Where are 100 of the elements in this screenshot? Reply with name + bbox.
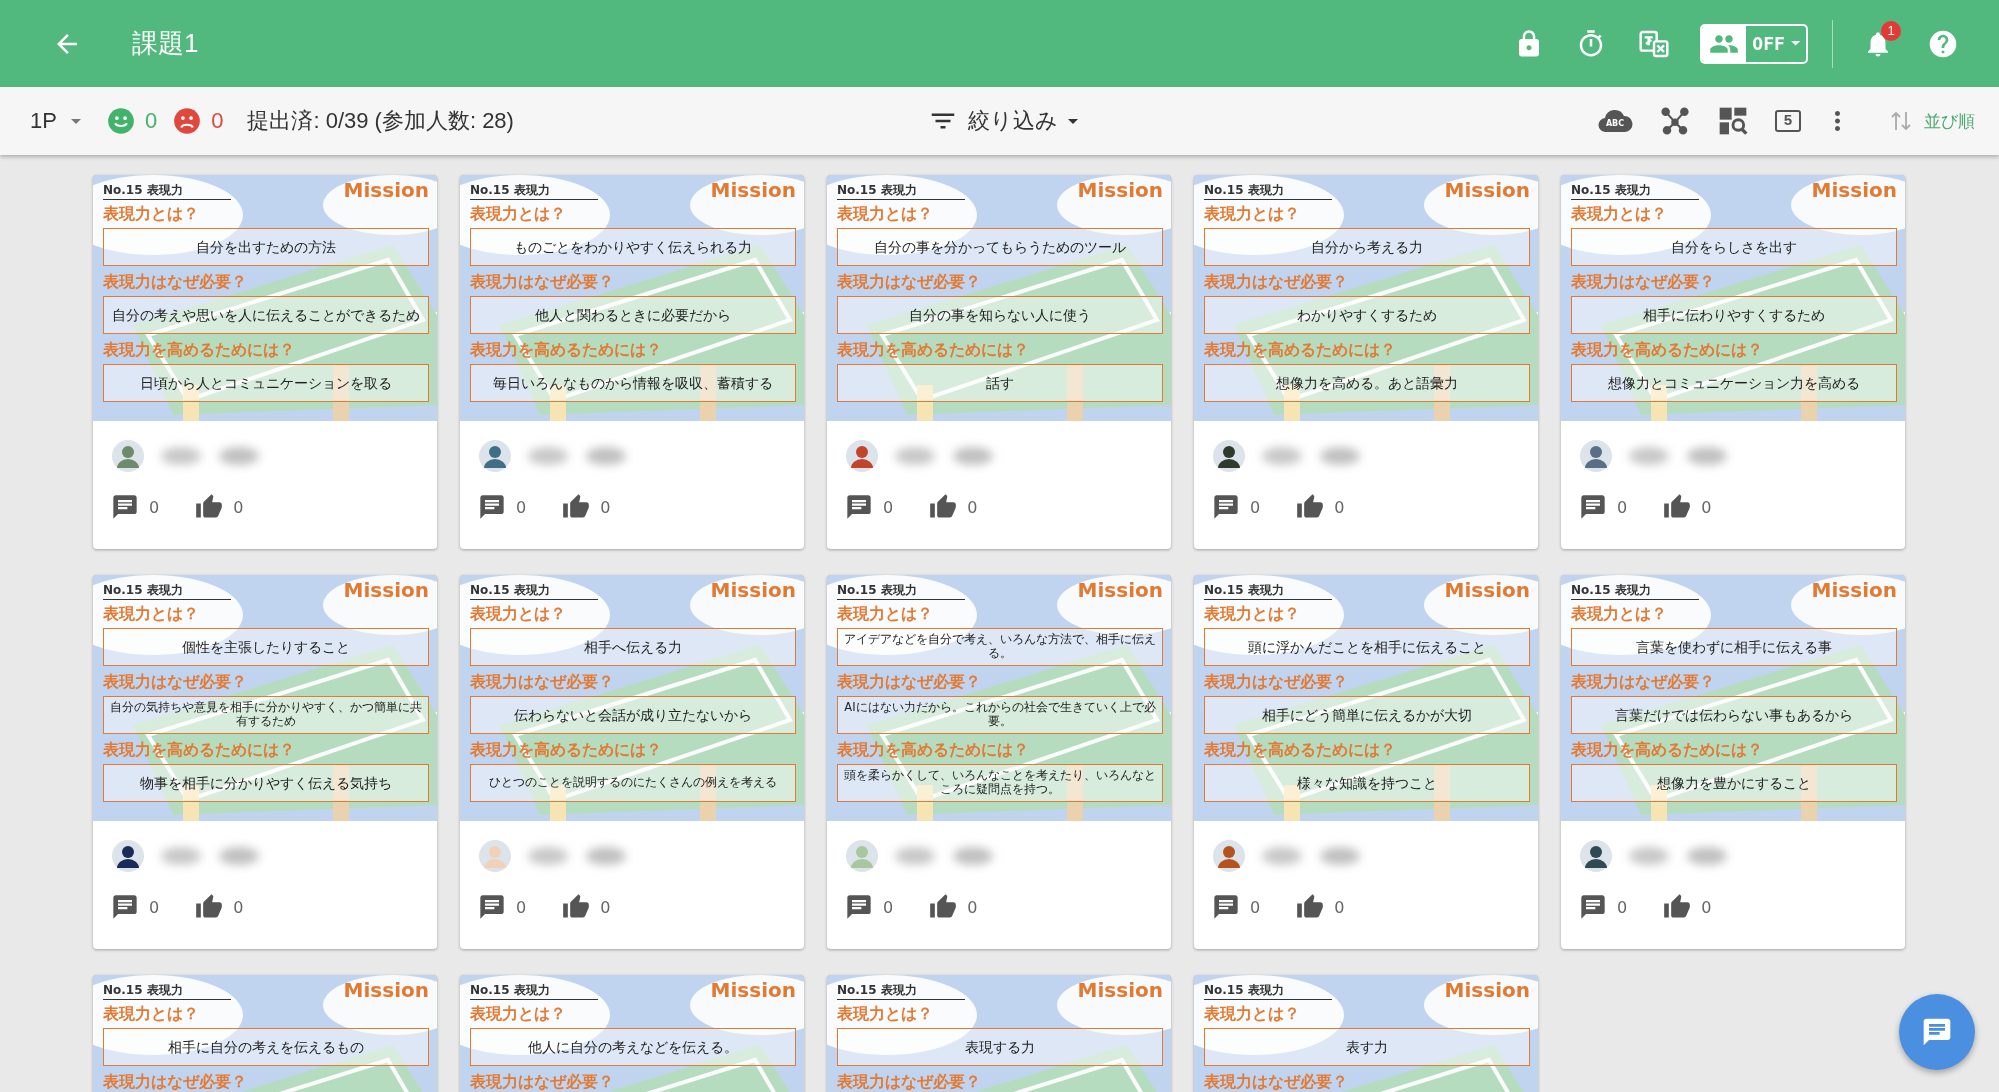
comment-icon [1579, 493, 1607, 521]
comment-button[interactable] [845, 493, 873, 521]
like-button[interactable] [1663, 493, 1692, 521]
mission-label: Mission [343, 578, 429, 602]
mission-label: Mission [710, 178, 796, 202]
comment-button[interactable] [1579, 893, 1607, 921]
avatar [111, 839, 145, 873]
answer-text: 自分の考えや思いを人に伝えることができるため [103, 296, 429, 334]
comment-count: 0 [883, 897, 894, 917]
mission-label: Mission [343, 178, 429, 202]
answer-text: 相手に自分の考えを伝えるもの [103, 1028, 429, 1066]
answer-text: 話す [837, 364, 1163, 402]
avatar [1212, 439, 1246, 473]
comment-button[interactable] [478, 493, 506, 521]
notifications-button[interactable]: 1 [1855, 20, 1901, 67]
answer-text: 頭を柔らかくして、いろんなことを考えたり、いろんなところに疑問点を持つ。 [837, 764, 1163, 802]
answer-text: アイデアなどを自分で考え、いろんな方法で、相手に伝える。 [837, 628, 1163, 666]
comment-count: 0 [149, 497, 160, 517]
mission-label: Mission [1077, 578, 1163, 602]
like-button[interactable] [929, 893, 958, 921]
thumbs-up-icon [1663, 493, 1692, 521]
answer-text: 他人に自分の考えなどを伝える。 [470, 1028, 796, 1066]
question-label: 表現力を高めるためには？ [103, 338, 296, 361]
question-label: 表現力とは？ [1571, 202, 1668, 225]
answer-text: 言葉だけでは伝わらない事もあるから [1571, 696, 1897, 734]
answer-text: AIにはない力だから。これからの社会で生きていく上で必要。 [837, 696, 1163, 734]
question-label: 表現力を高めるためには？ [837, 738, 1030, 761]
more-vert-icon [1835, 111, 1840, 131]
mission-number: No.15 表現力 [470, 582, 598, 600]
sort-icon [1890, 109, 1912, 133]
thumbs-up-icon [929, 893, 958, 921]
comment-icon [478, 493, 506, 521]
page-title: 課題1 [132, 27, 200, 60]
thumbs-up-icon [1296, 893, 1325, 921]
columns-button[interactable]: 5 [1775, 110, 1801, 132]
thumbs-up-icon [195, 893, 224, 921]
question-label: 表現力はなぜ必要？ [470, 1070, 615, 1092]
caret-icon [1790, 41, 1800, 46]
bad-count: 0 [211, 108, 224, 134]
answer-text: 自分の事を分かってもらうためのツール [837, 228, 1163, 266]
mission-number: No.15 表現力 [1204, 982, 1332, 1000]
comment-button[interactable] [1212, 893, 1240, 921]
like-button[interactable] [562, 493, 591, 521]
smile-face-icon [106, 107, 135, 135]
comment-count: 0 [516, 897, 527, 917]
like-count: 0 [600, 897, 611, 917]
like-count: 0 [1701, 897, 1712, 917]
image-search-button[interactable] [1717, 105, 1749, 137]
like-button[interactable] [195, 893, 224, 921]
question-label: 表現力はなぜ必要？ [837, 270, 982, 293]
mission-number: No.15 表現力 [1571, 582, 1699, 600]
chat-button[interactable] [1899, 994, 1975, 1070]
question-label: 表現力を高めるためには？ [1204, 338, 1397, 361]
comment-icon [478, 893, 506, 921]
mission-label: Mission [1811, 578, 1897, 602]
comment-button[interactable] [1212, 493, 1240, 521]
mission-number: No.15 表現力 [1204, 582, 1332, 600]
answer-text: 相手へ伝える力 [470, 628, 796, 666]
comment-count: 0 [516, 497, 527, 517]
like-button[interactable] [1296, 493, 1325, 521]
network-view-button[interactable] [1659, 105, 1691, 137]
node-graph-icon [1659, 105, 1691, 137]
like-button[interactable] [195, 493, 224, 521]
comment-button[interactable] [111, 493, 139, 521]
like-button[interactable] [1663, 893, 1692, 921]
page-select[interactable]: 1P [30, 108, 81, 134]
question-label: 表現力はなぜ必要？ [470, 670, 615, 693]
avatar [845, 439, 879, 473]
comment-button[interactable] [845, 893, 873, 921]
like-count: 0 [600, 497, 611, 517]
like-count: 0 [967, 497, 978, 517]
answer-text: 伝わらないと会話が成り立たないから [470, 696, 796, 734]
avatar [478, 839, 512, 873]
filter-button[interactable]: 絞り込み [923, 102, 1082, 140]
thumbs-up-icon [562, 493, 591, 521]
like-count: 0 [967, 897, 978, 917]
avatar [478, 439, 512, 473]
comment-count: 0 [1617, 497, 1628, 517]
mission-label: Mission [1444, 578, 1530, 602]
answer-text: ひとつのことを説明するのにたくさんの例えを考える [470, 764, 796, 802]
spellcheck-button[interactable]: ABC [1597, 108, 1633, 134]
comment-button[interactable] [111, 893, 139, 921]
like-button[interactable] [929, 493, 958, 521]
like-button[interactable] [1296, 893, 1325, 921]
comment-button[interactable] [478, 893, 506, 921]
avatar [845, 839, 879, 873]
mission-label: Mission [1444, 178, 1530, 202]
thumbs-up-icon [562, 893, 591, 921]
question-label: 表現力を高めるためには？ [470, 738, 663, 761]
like-count: 0 [233, 897, 244, 917]
comment-button[interactable] [1579, 493, 1607, 521]
comment-icon [111, 493, 139, 521]
mission-label: Mission [343, 978, 429, 1002]
question-label: 表現力とは？ [103, 202, 200, 225]
comment-count: 0 [1250, 897, 1261, 917]
like-button[interactable] [562, 893, 591, 921]
comment-icon [845, 493, 873, 521]
comment-count: 0 [883, 497, 894, 517]
answer-text: 個性を主張したりすること [103, 628, 429, 666]
mission-number: No.15 表現力 [1571, 182, 1699, 200]
